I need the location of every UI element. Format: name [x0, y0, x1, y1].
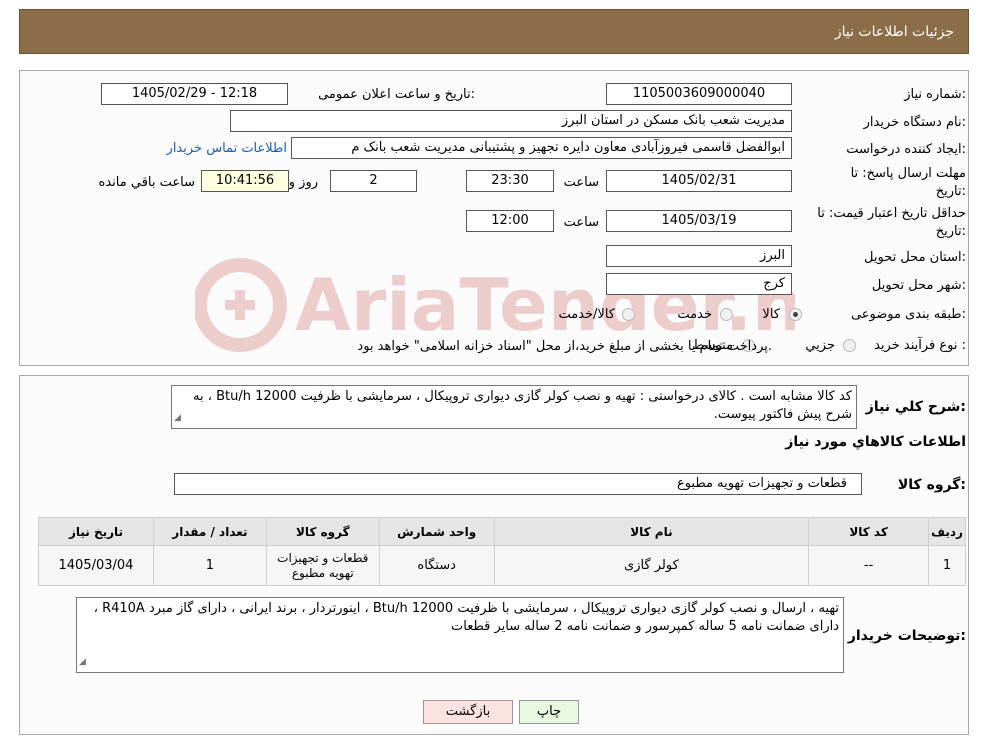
page-title: جزئیات اطلاعات نیاز — [834, 24, 954, 40]
days-label: روز و — [288, 175, 318, 190]
price-validity-label: حداقل تاریخ اعتبار قیمت: تا — [817, 206, 966, 221]
purchase-option-partial: جزیي — [805, 338, 835, 353]
requester-field: ابوالفضل قاسمی فیروزآبادی معاون دایره تج… — [291, 137, 792, 159]
goods-group-field: قطعات و تجهیزات تهویه مطبوع — [174, 473, 862, 495]
cell-unit: دستگاه — [378, 545, 495, 586]
reply-deadline-time: 23:30 — [466, 170, 554, 192]
buyer-org-field: مدیریت شعب بانک مسکن در استان البرز — [230, 110, 792, 132]
category-option-service: خدمت — [677, 307, 712, 322]
table-header-row: رديف کد کالا نام کالا واحد شمارش گروه کا… — [38, 517, 966, 546]
time-remaining-field: 10:41:56 — [201, 170, 289, 192]
purchase-type-label: نوع فرآیند خرید : — [874, 338, 966, 353]
back-button[interactable]: بازگشت — [423, 700, 513, 724]
category-label: طبقه بندی موضوعی: — [850, 307, 966, 322]
reply-deadline-label-2: تاریخ: — [935, 184, 966, 199]
print-button[interactable]: چاپ — [519, 700, 579, 724]
summary-textarea[interactable]: کد کالا مشابه است . کالای درخواستی : تهی… — [171, 385, 857, 429]
goods-section-title: اطلاعات کالاهاي مورد نياز — [785, 434, 966, 450]
delivery-province-label: استان محل تحویل: — [864, 250, 966, 265]
reply-time-label: ساعت — [563, 175, 599, 190]
price-validity-date: 1405/03/19 — [606, 210, 792, 232]
items-table: رديف کد کالا نام کالا واحد شمارش گروه کا… — [38, 517, 966, 586]
goods-group-label: گروه کالا: — [897, 477, 966, 493]
page-header: جزئیات اطلاعات نیاز — [19, 9, 969, 54]
buyer-notes-label: توضیحات خریدار: — [847, 628, 966, 644]
cell-qty: 1 — [152, 545, 267, 586]
resize-grip-icon[interactable]: ◢ — [79, 653, 86, 671]
price-validity-time-label: ساعت — [563, 215, 599, 230]
cell-group: قطعات و تجهیزات تهویه مطبوع — [265, 545, 380, 586]
time-remaining-label: ساعت باقي مانده — [98, 175, 195, 190]
need-number-field: 1105003609000040 — [606, 83, 792, 105]
col-name: نام کالا — [493, 517, 810, 546]
category-radio-goods[interactable] — [789, 308, 802, 321]
col-date: تاريخ نياز — [38, 517, 154, 546]
category-option-both: کالا/خدمت — [558, 307, 615, 322]
price-validity-label-2: تاریخ: — [935, 224, 966, 239]
col-row: رديف — [928, 517, 966, 546]
buyer-contact-link[interactable]: اطلاعات تماس خریدار — [167, 141, 287, 156]
reply-deadline-date: 1405/02/31 — [606, 170, 792, 192]
announce-datetime-field: 1405/02/29 - 12:18 — [101, 83, 288, 105]
table-row: 1 -- کولر گازی دستگاه قطعات و تجهیزات ته… — [38, 545, 966, 586]
reply-deadline-label: مهلت ارسال پاسخ: تا — [850, 166, 966, 181]
buyer-notes-text: تهیه ، ارسال و نصب کولر گازی دیواری تروپ… — [93, 601, 839, 634]
summary-label: شرح کلي نياز: — [865, 399, 966, 415]
cell-row: 1 — [928, 545, 966, 586]
delivery-city-label: شهر محل تحویل: — [871, 278, 966, 293]
cell-date: 1405/03/04 — [38, 545, 154, 586]
announce-datetime-label: تاریخ و ساعت اعلان عمومی: — [318, 87, 475, 102]
treasury-note: پرداخت تمام یا بخشی از مبلغ خرید،از محل … — [357, 339, 772, 354]
buyer-org-label: نام دستگاه خریدار: — [863, 115, 966, 130]
col-code: کد کالا — [808, 517, 930, 546]
summary-text: کد کالا مشابه است . کالای درخواستی : تهی… — [193, 389, 852, 422]
resize-grip-icon[interactable]: ◢ — [174, 409, 181, 427]
category-radio-service[interactable] — [720, 308, 733, 321]
requester-label: ایجاد کننده درخواست: — [846, 142, 966, 157]
category-option-goods: کالا — [762, 307, 780, 322]
purchase-radio-partial[interactable] — [843, 339, 856, 352]
cell-name: کولر گازی — [493, 545, 810, 586]
category-radio-both[interactable] — [622, 308, 635, 321]
cell-code: -- — [808, 545, 930, 586]
col-group: گروه کالا — [265, 517, 380, 546]
price-validity-time: 12:00 — [466, 210, 554, 232]
delivery-city-field: کرج — [606, 273, 792, 295]
buyer-notes-textarea[interactable]: تهیه ، ارسال و نصب کولر گازی دیواری تروپ… — [76, 597, 844, 673]
need-number-label: شماره نیاز: — [904, 87, 966, 102]
col-qty: تعداد / مقدار — [152, 517, 267, 546]
delivery-province-field: البرز — [606, 245, 792, 267]
days-remaining-field: 2 — [330, 170, 417, 192]
col-unit: واحد شمارش — [378, 517, 495, 546]
